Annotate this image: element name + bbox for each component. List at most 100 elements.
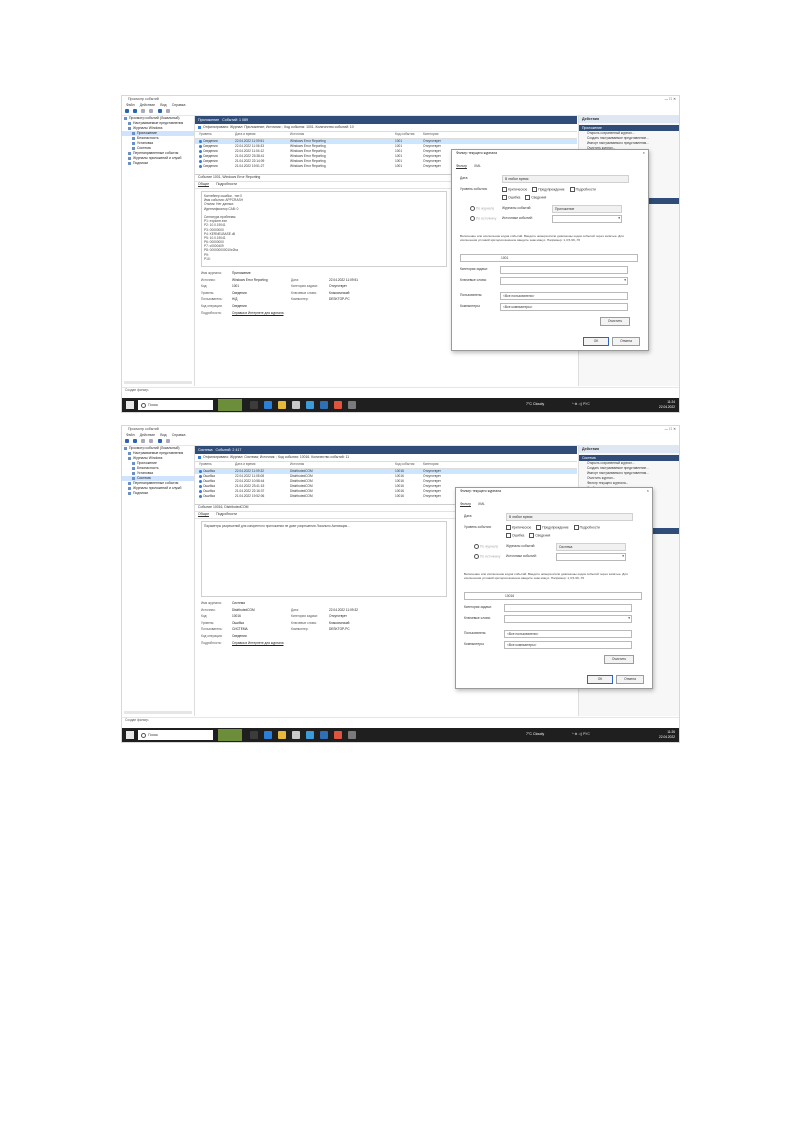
panel-icon[interactable] (165, 109, 170, 113)
event-viewer-icon[interactable] (348, 401, 356, 409)
system-tray[interactable]: ^ ⊕ ◁) РУС (572, 402, 590, 406)
col-event-id[interactable]: Код события (395, 462, 414, 466)
by-source-radio[interactable]: По источнику (470, 554, 500, 559)
clock[interactable]: 11:26 22.04.2022 (659, 730, 675, 739)
windows-start-icon[interactable] (126, 731, 134, 739)
col-source[interactable]: Источник (290, 132, 304, 136)
system-tray[interactable]: ^ ⊕ ◁) РУС (572, 732, 590, 736)
keywords-select[interactable]: ▾ (500, 277, 628, 285)
critical-checkbox[interactable] (502, 187, 507, 192)
event-logs-select[interactable]: Приложение (552, 205, 622, 213)
menu-file[interactable]: Файл (126, 103, 135, 107)
tab-xml[interactable]: XML (474, 164, 481, 168)
edge-icon[interactable] (264, 731, 272, 739)
app-icon[interactable] (320, 401, 328, 409)
more-info-link[interactable]: Справка в Интернете для журнала (232, 311, 284, 315)
menu-help[interactable]: Справка (172, 433, 186, 437)
tab-filter[interactable]: Фильтр (460, 502, 472, 507)
user-input[interactable]: <Все пользователи> (500, 292, 628, 300)
taskbar-search[interactable]: Поиск (138, 730, 213, 740)
properties-icon[interactable] (149, 109, 154, 113)
clock[interactable]: 11:24 22.04.2022 (659, 400, 675, 409)
col-event-id[interactable]: Код события (395, 132, 414, 136)
computer-input[interactable]: <Все компьютеры> (500, 303, 628, 311)
weather-widget[interactable]: 7°C Cloudy (526, 402, 544, 406)
user-input[interactable]: <Все пользователи> (504, 630, 632, 638)
explorer-icon[interactable] (278, 401, 286, 409)
folder-icon[interactable] (141, 439, 146, 443)
by-log-radio[interactable]: По журналу (470, 544, 498, 549)
weather-widget[interactable]: 7°C Cloudy (526, 732, 544, 736)
verbose-checkbox[interactable] (569, 187, 575, 192)
edge-icon[interactable] (264, 401, 272, 409)
information-checkbox[interactable] (529, 533, 535, 538)
event-id-input[interactable]: 1001 (460, 254, 638, 262)
task-category-select[interactable] (500, 266, 628, 274)
window-controls[interactable]: — ☐ ✕ (664, 427, 676, 431)
warning-checkbox[interactable] (532, 187, 538, 192)
tab-filter[interactable]: Фильтр (456, 164, 468, 169)
col-category[interactable]: Категория (423, 462, 438, 466)
tab-general[interactable]: Общие (198, 182, 210, 187)
event-logs-select[interactable]: Система (556, 543, 626, 551)
browser-icon[interactable] (334, 401, 342, 409)
tree-scrollbar[interactable] (124, 711, 192, 714)
clear-button[interactable]: Очистить (600, 317, 630, 326)
store-icon[interactable] (292, 401, 300, 409)
forward-icon[interactable] (133, 109, 138, 113)
taskbar-search[interactable]: Поиск (138, 400, 213, 410)
tab-xml[interactable]: XML (478, 502, 485, 506)
properties-icon[interactable] (149, 439, 154, 443)
cancel-button[interactable]: Отмена (612, 337, 640, 346)
task-view-icon[interactable] (250, 401, 258, 409)
menu-view[interactable]: Вид (160, 433, 166, 437)
ok-button[interactable]: ОК (587, 675, 613, 684)
col-datetime[interactable]: Дата и время (235, 132, 255, 136)
panel-icon[interactable] (165, 439, 170, 443)
menu-help[interactable]: Справка (172, 103, 186, 107)
explorer-icon[interactable] (278, 731, 286, 739)
close-icon[interactable]: × (643, 150, 645, 155)
ok-button[interactable]: ОК (583, 337, 609, 346)
computer-input[interactable]: <Все компьютеры> (504, 641, 632, 649)
tree-item[interactable]: Подписки (122, 161, 194, 166)
by-log-radio[interactable]: По журналу (466, 206, 494, 211)
critical-checkbox[interactable] (506, 525, 511, 530)
menu-view[interactable]: Вид (160, 103, 166, 107)
col-level[interactable]: Уровень (199, 132, 212, 136)
event-id-input[interactable]: 10016 (464, 592, 642, 600)
col-level[interactable]: Уровень (199, 462, 212, 466)
error-checkbox[interactable] (502, 195, 507, 200)
forward-icon[interactable] (133, 439, 138, 443)
col-source[interactable]: Источник (290, 462, 304, 466)
event-viewer-icon[interactable] (348, 731, 356, 739)
tab-details[interactable]: Подробности (216, 182, 237, 186)
sources-select[interactable]: ▾ (552, 215, 622, 223)
back-icon[interactable] (125, 109, 129, 113)
keywords-select[interactable]: ▾ (504, 615, 632, 623)
col-category[interactable]: Категория (423, 132, 438, 136)
windows-start-icon[interactable] (126, 401, 134, 409)
error-checkbox[interactable] (506, 533, 511, 538)
window-controls[interactable]: — ☐ ✕ (664, 97, 676, 101)
task-view-icon[interactable] (250, 731, 258, 739)
tree-scrollbar[interactable] (124, 381, 192, 384)
mail-icon[interactable] (306, 731, 314, 739)
help-icon[interactable] (157, 109, 162, 113)
more-info-link[interactable]: Справка в Интернете для журнала (232, 641, 284, 645)
information-checkbox[interactable] (525, 195, 531, 200)
help-icon[interactable] (157, 439, 162, 443)
store-icon[interactable] (292, 731, 300, 739)
warning-checkbox[interactable] (536, 525, 542, 530)
date-select[interactable]: В любое время (502, 175, 629, 183)
tree-item[interactable]: Подписки (122, 491, 194, 496)
close-icon[interactable]: × (647, 488, 649, 493)
cancel-button[interactable]: Отмена (616, 675, 644, 684)
tab-general[interactable]: Общие (198, 512, 210, 517)
menu-action[interactable]: Действие (140, 103, 155, 107)
task-category-select[interactable] (504, 604, 632, 612)
tab-details[interactable]: Подробности (216, 512, 237, 516)
app-icon[interactable] (320, 731, 328, 739)
menu-action[interactable]: Действие (140, 433, 155, 437)
by-source-radio[interactable]: По источнику (466, 216, 496, 221)
